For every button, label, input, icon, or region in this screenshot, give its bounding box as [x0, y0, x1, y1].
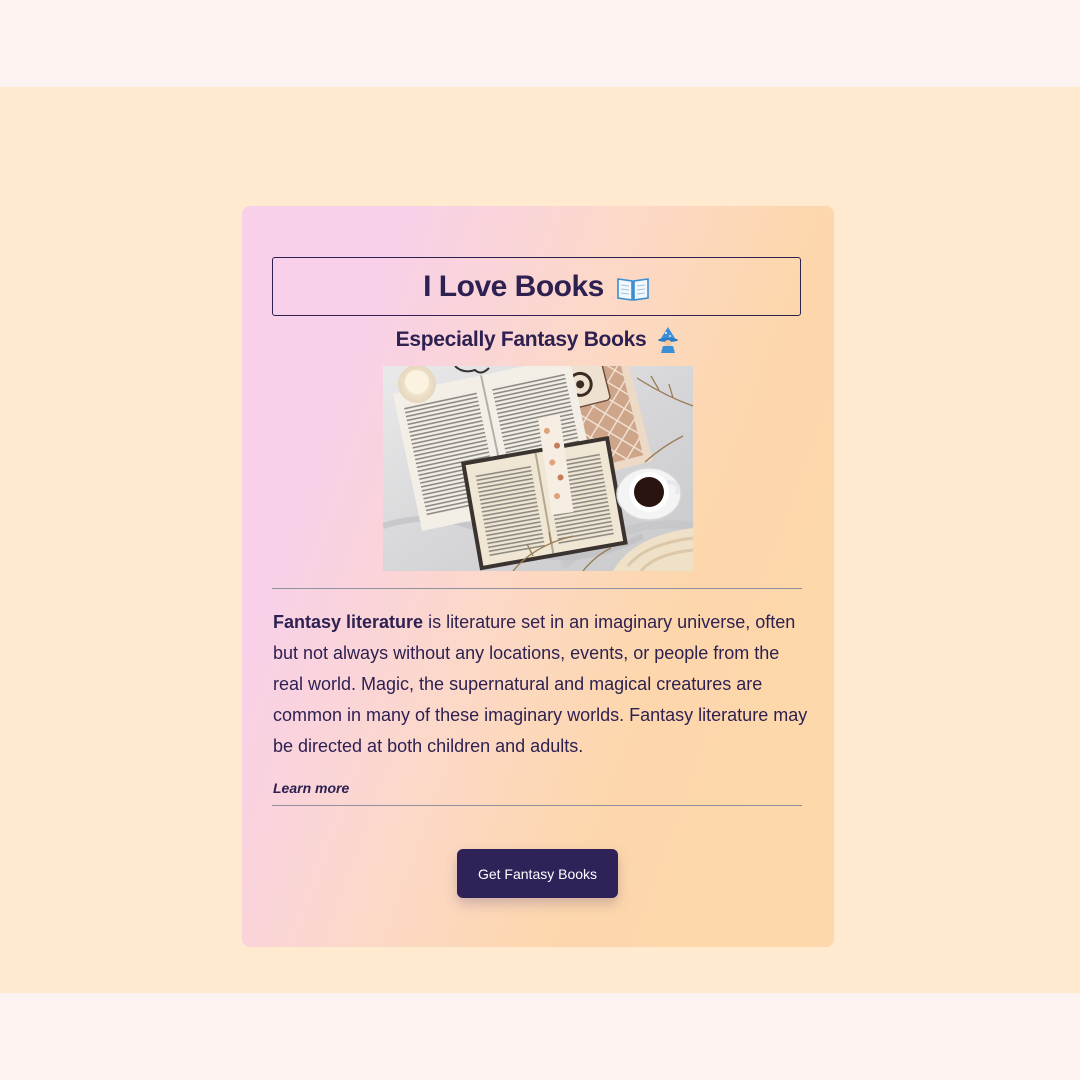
page-title: I Love Books — [423, 270, 650, 304]
mage-icon — [656, 326, 680, 354]
book-card: I Love Books Especially Fantasy Books Fa… — [242, 206, 834, 947]
open-book-icon — [616, 276, 650, 302]
page-band: I Love Books Especially Fantasy Books Fa… — [0, 87, 1080, 993]
learn-more-link[interactable]: Learn more — [273, 780, 349, 796]
books-photo — [383, 366, 693, 571]
divider-bottom — [272, 805, 802, 806]
title-text: I Love Books — [423, 269, 604, 303]
description-lead: Fantasy literature — [273, 612, 424, 632]
subtitle: Especially Fantasy Books — [242, 326, 834, 354]
title-box: I Love Books — [272, 257, 801, 316]
description: Fantasy literature is literature set in … — [273, 607, 808, 762]
subtitle-text: Especially Fantasy Books — [395, 328, 647, 351]
divider-top — [272, 588, 802, 589]
get-fantasy-books-button[interactable]: Get Fantasy Books — [457, 849, 618, 898]
description-text: is literature set in an imaginary univer… — [273, 612, 808, 756]
